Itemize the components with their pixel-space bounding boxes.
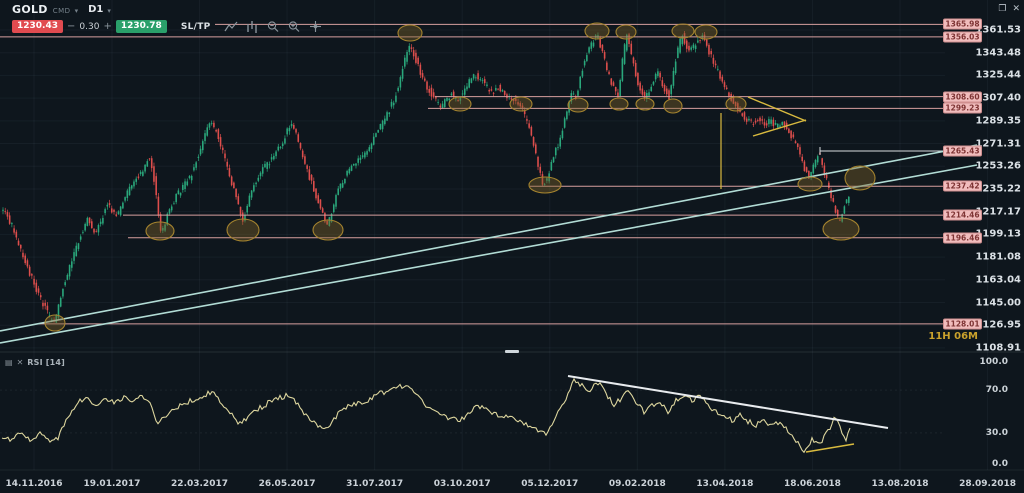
rsi-settings-icon[interactable]: ▤ bbox=[5, 358, 13, 367]
symbol-name[interactable]: GOLD bbox=[12, 3, 48, 16]
chart-canvas[interactable] bbox=[0, 0, 1024, 493]
trendline-annotation[interactable] bbox=[747, 96, 807, 122]
price-axis-tick: 1108.91 bbox=[975, 342, 1021, 354]
ellipse-annotation[interactable] bbox=[609, 97, 629, 111]
ellipse-annotation[interactable] bbox=[145, 221, 175, 241]
ellipse-annotation[interactable] bbox=[44, 314, 66, 332]
ellipse-annotation[interactable] bbox=[226, 218, 260, 242]
price-level-badge[interactable]: 1128.01 bbox=[943, 318, 982, 330]
timeframe-dropdown-caret-icon[interactable]: ▾ bbox=[107, 7, 111, 15]
date-axis-tick: 03.10.2017 bbox=[433, 479, 491, 489]
ellipse-annotation[interactable] bbox=[567, 97, 589, 113]
buy-price-button[interactable]: 1230.78 bbox=[115, 20, 167, 33]
rsi-close-icon[interactable]: ✕ bbox=[17, 358, 24, 367]
date-axis-tick: 22.03.2017 bbox=[171, 479, 228, 489]
price-axis-tick: 1289.35 bbox=[975, 115, 1021, 127]
date-axis-tick: 05.12.2017 bbox=[521, 479, 579, 489]
sltp-button[interactable]: SL/TP bbox=[181, 22, 211, 32]
window-controls: ❐ ✕ bbox=[998, 4, 1020, 14]
trendline-annotation[interactable] bbox=[752, 119, 807, 137]
rsi-axis-tick: 0.0 bbox=[992, 459, 1008, 469]
price-level-badge[interactable]: 1308.60 bbox=[943, 91, 982, 103]
date-axis-tick: 09.02.2018 bbox=[608, 479, 666, 489]
ellipse-annotation[interactable] bbox=[797, 176, 823, 192]
price-level-badge[interactable]: 1265.43 bbox=[943, 145, 982, 157]
price-axis-tick: 1253.26 bbox=[975, 160, 1021, 172]
date-axis-tick: 13.08.2018 bbox=[871, 479, 929, 489]
ellipse-annotation[interactable] bbox=[528, 176, 562, 194]
sell-price-button[interactable]: 1230.43 bbox=[12, 20, 63, 33]
ellipse-annotation[interactable] bbox=[448, 96, 472, 112]
close-chart-icon[interactable]: ✕ bbox=[1012, 4, 1020, 14]
trading-chart-window: GOLD CMD ▾ D1 ▾ 1230.43 − 0.30 + 1230.78… bbox=[0, 0, 1024, 493]
date-axis-tick: 26.05.2017 bbox=[258, 479, 316, 489]
price-level-badge[interactable]: 1299.23 bbox=[943, 102, 982, 114]
ellipse-annotation[interactable] bbox=[671, 23, 695, 39]
restore-window-icon[interactable]: ❐ bbox=[998, 4, 1006, 14]
zoom-out-icon[interactable] bbox=[266, 20, 281, 33]
crosshair-move-icon[interactable] bbox=[308, 20, 323, 33]
rsi-axis-tick: 100.0 bbox=[979, 357, 1008, 367]
rsi-indicator-label: RSI [14] bbox=[27, 358, 65, 367]
rsi-trendline-annotation[interactable] bbox=[805, 443, 855, 453]
date-axis-tick: 13.04.2018 bbox=[696, 479, 754, 489]
ellipse-annotation[interactable] bbox=[844, 165, 876, 191]
candle-countdown: 11H 06M bbox=[928, 330, 978, 342]
spread-minus-button[interactable]: − bbox=[67, 21, 75, 32]
date-axis-tick: 31.07.2017 bbox=[346, 479, 404, 489]
trendline-annotation[interactable] bbox=[0, 164, 978, 344]
price-level-badge[interactable]: 1356.03 bbox=[943, 31, 982, 43]
symbol-dropdown-caret-icon[interactable]: ▾ bbox=[75, 7, 79, 15]
rsi-panel-header: ▤ ✕ RSI [14] bbox=[5, 358, 65, 367]
date-axis-tick: 19.01.2017 bbox=[83, 479, 141, 489]
ellipse-annotation[interactable] bbox=[822, 217, 860, 241]
date-axis-tick: 14.11.2016 bbox=[5, 479, 63, 489]
rsi-axis-tick: 70.0 bbox=[985, 385, 1008, 396]
spread-value: 0.30 bbox=[79, 21, 100, 32]
price-level-badge[interactable]: 1214.46 bbox=[943, 209, 982, 221]
market-code-label: CMD bbox=[52, 6, 71, 15]
chart-toolbar: GOLD CMD ▾ D1 ▾ 1230.43 − 0.30 + 1230.78… bbox=[12, 2, 326, 34]
rsi-trendline-annotation[interactable] bbox=[567, 375, 889, 429]
price-level-badge[interactable]: 1237.42 bbox=[943, 180, 982, 192]
price-axis-tick: 1181.08 bbox=[975, 251, 1021, 263]
price-level-badge[interactable]: 1365.98 bbox=[943, 18, 982, 30]
trendline-tool-icon[interactable] bbox=[224, 20, 239, 33]
spread-plus-button[interactable]: + bbox=[103, 21, 111, 32]
timeframe-selector[interactable]: D1 bbox=[88, 4, 103, 15]
price-axis-tick: 1145.00 bbox=[975, 297, 1021, 308]
ellipse-annotation[interactable] bbox=[584, 22, 610, 40]
indicator-tool-icon[interactable] bbox=[245, 20, 260, 33]
ellipse-annotation[interactable] bbox=[312, 219, 344, 241]
price-level-badge[interactable]: 1196.46 bbox=[943, 232, 982, 244]
panel-resize-handle[interactable] bbox=[505, 350, 519, 353]
rsi-axis-tick: 30.0 bbox=[985, 427, 1008, 438]
price-axis-tick: 1325.44 bbox=[975, 69, 1021, 81]
ellipse-annotation[interactable] bbox=[615, 24, 637, 40]
price-axis-tick: 1343.48 bbox=[975, 47, 1021, 59]
ellipse-annotation[interactable] bbox=[635, 97, 655, 111]
ellipse-annotation[interactable] bbox=[663, 98, 683, 114]
candlestick-series bbox=[2, 31, 850, 324]
ellipse-annotation[interactable] bbox=[509, 96, 533, 112]
ellipse-annotation[interactable] bbox=[725, 96, 747, 112]
zoom-in-icon[interactable] bbox=[287, 20, 302, 33]
price-axis-tick: 1163.04 bbox=[975, 274, 1021, 286]
date-axis-tick: 28.09.2018 bbox=[959, 479, 1017, 489]
ellipse-annotation[interactable] bbox=[694, 24, 718, 40]
ellipse-annotation[interactable] bbox=[397, 24, 423, 42]
date-axis-tick: 18.06.2018 bbox=[783, 479, 841, 489]
